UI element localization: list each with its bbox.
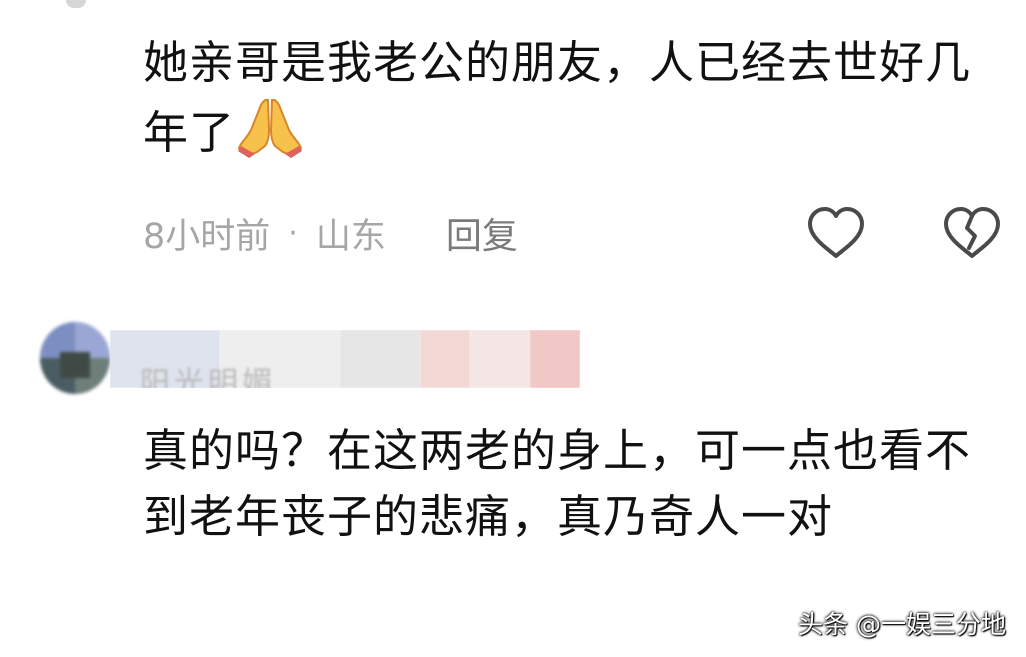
comment-text: 真的吗？在这两老的身上，可一点也看不到老年丧子的悲痛，真乃奇人一对 (143, 418, 1008, 550)
comment-text: 她亲哥是我老公的朋友，人已经去世好几年了 (143, 30, 1008, 166)
username[interactable]: 阳光明媚 (110, 330, 580, 388)
comment-time: 8小时前 (143, 216, 271, 257)
comment-meta: 8小时前 · 山东 回复 (143, 203, 518, 263)
meta-separator: · (288, 215, 298, 251)
comment-body: 真的吗？在这两老的身上，可一点也看不到老年丧子的悲痛，真乃奇人一对 (143, 424, 972, 543)
folded-hands-emoji-icon (237, 98, 303, 158)
avatar[interactable] (40, 322, 110, 394)
previous-avatar-fragment (66, 0, 86, 8)
comment-location: 山东 (315, 216, 386, 257)
reply-button[interactable]: 回复 (446, 207, 518, 259)
broken-heart-icon[interactable] (942, 206, 1002, 260)
heart-outline-icon[interactable] (806, 206, 866, 260)
watermark: 头条 @一娱三分地 (798, 610, 1006, 639)
username-text: 阳光明媚 (140, 366, 276, 388)
